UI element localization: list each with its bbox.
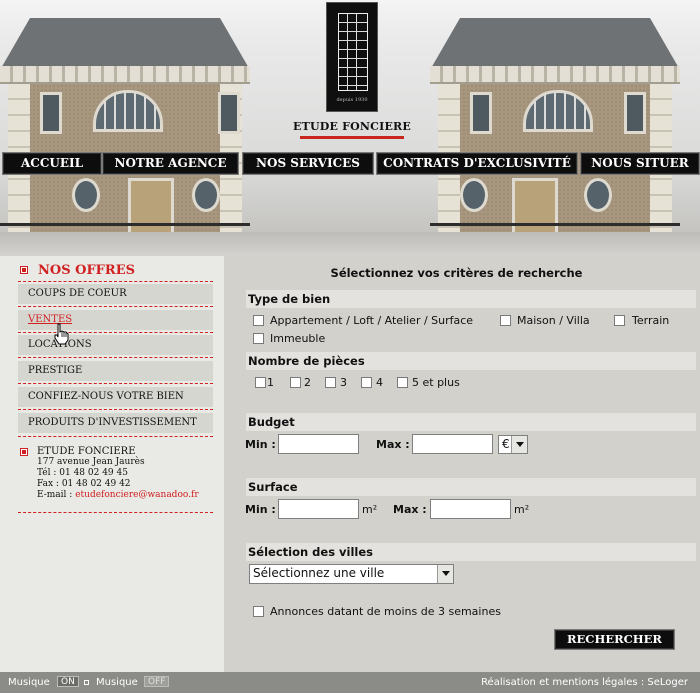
label-pieces-3: 3: [340, 376, 347, 389]
budget-max-label: Max :: [376, 438, 410, 451]
sidebar-item-prestige[interactable]: PRESTIGE: [18, 361, 213, 381]
sidebar-item-produits-investissement[interactable]: PRODUITS D'INVESTISSEMENT: [18, 413, 213, 433]
surface-max-label: Max :: [393, 503, 427, 516]
checkbox-recent-annonces[interactable]: [253, 606, 264, 617]
section-type-de-bien: Type de bien: [246, 290, 696, 308]
bullet-icon: [20, 448, 28, 456]
label-terrain: Terrain: [632, 314, 670, 327]
nav-contrats-exclusivite[interactable]: CONTRATS D'EXCLUSIVITÉ: [376, 152, 578, 175]
search-button[interactable]: RECHERCHER: [554, 629, 675, 650]
brand-underline: [300, 136, 404, 139]
sidebar-item-confiez-nous[interactable]: CONFIEZ-NOUS VOTRE BIEN: [18, 387, 213, 407]
surface-min-input[interactable]: [278, 499, 359, 519]
contact-tel: Tél : 01 48 02 49 45: [37, 468, 128, 478]
logo-tagline: depuis 1930: [336, 97, 368, 103]
chevron-down-icon: [511, 436, 527, 453]
checkbox-pieces-2[interactable]: [290, 377, 301, 388]
main-nav: ACCUEIL NOTRE AGENCE NOS SERVICES CONTRA…: [0, 152, 700, 175]
hand-cursor-icon: [54, 323, 69, 345]
label-appartement: Appartement / Loft / Atelier / Surface: [270, 314, 474, 327]
search-title: Sélectionnez vos critères de recherche: [330, 266, 583, 280]
budget-max-input[interactable]: [412, 434, 493, 454]
building-photo-left: [0, 18, 264, 256]
label-immeuble: Immeuble: [270, 332, 326, 345]
bullet-icon: [20, 266, 28, 274]
label-recent-annonces: Annonces datant de moins de 3 semaines: [270, 605, 501, 618]
divider: [18, 383, 213, 384]
checkbox-pieces-3[interactable]: [325, 377, 336, 388]
sidebar-title: NOS OFFRES: [38, 263, 136, 278]
nav-nos-services[interactable]: NOS SERVICES: [242, 152, 374, 175]
contact-block: ETUDE FONCIERE 177 avenue Jean Jaurès Té…: [37, 446, 199, 501]
divider: [18, 332, 213, 333]
section-nombre-de-pieces: Nombre de pièces: [246, 352, 696, 370]
surface-max-unit: m²: [514, 503, 530, 516]
music-off-toggle[interactable]: OFF: [144, 676, 170, 687]
sidebar: NOS OFFRES COUPS DE COEUR VENTES LOCATIO…: [0, 256, 224, 672]
currency-select[interactable]: €: [498, 435, 528, 454]
header-banner: depuis 1930 ETUDE FONCIERE ACCUEIL NOTRE…: [0, 0, 700, 256]
divider: [18, 409, 213, 410]
contact-email-label: E-mail :: [37, 490, 76, 500]
credits-link[interactable]: Réalisation et mentions légales : SeLoge…: [481, 677, 688, 688]
divider: [18, 357, 213, 358]
label-pieces-2: 2: [304, 376, 311, 389]
label-maison: Maison / Villa: [517, 314, 590, 327]
ville-select-value: Sélectionnez une ville: [253, 566, 385, 580]
music-on-label: Musique: [8, 677, 50, 688]
contact-fax: Fax : 01 48 02 49 42: [37, 479, 131, 489]
contact-address: 177 avenue Jean Jaurès: [37, 457, 145, 467]
music-on-toggle[interactable]: ON: [57, 676, 79, 687]
checkbox-pieces-1[interactable]: [255, 377, 266, 388]
divider: [18, 306, 213, 307]
currency-value: €: [502, 437, 510, 451]
label-pieces-4: 4: [376, 376, 383, 389]
sidebar-item-locations[interactable]: LOCATIONS: [18, 335, 213, 355]
checkbox-terrain[interactable]: [614, 315, 625, 326]
logo[interactable]: depuis 1930: [326, 2, 378, 112]
building-photo-right: [430, 18, 680, 256]
surface-min-unit: m²: [362, 503, 378, 516]
nav-nous-situer[interactable]: NOUS SITUER: [580, 152, 700, 175]
checkbox-maison[interactable]: [500, 315, 511, 326]
search-panel: Sélectionnez vos critères de recherche T…: [224, 256, 700, 672]
sidebar-item-ventes[interactable]: VENTES: [18, 310, 213, 330]
sidebar-item-coups-de-coeur[interactable]: COUPS DE COEUR: [18, 284, 213, 304]
contact-name: ETUDE FONCIERE: [37, 446, 136, 457]
music-off-label: Musique: [96, 677, 138, 688]
footer: Musique ON Musique OFF Réalisation et me…: [0, 672, 700, 693]
surface-min-label: Min :: [245, 503, 276, 516]
budget-min-input[interactable]: [278, 434, 359, 454]
section-surface: Surface: [246, 478, 696, 496]
checkbox-immeuble[interactable]: [253, 333, 264, 344]
budget-min-label: Min :: [245, 438, 276, 451]
ville-select[interactable]: Sélectionnez une ville: [249, 564, 454, 584]
section-villes: Sélection des villes: [246, 543, 696, 561]
checkbox-appartement[interactable]: [253, 315, 264, 326]
section-budget: Budget: [246, 413, 696, 431]
surface-max-input[interactable]: [430, 499, 511, 519]
divider: [18, 281, 213, 282]
separator-icon: [84, 680, 89, 685]
brand-name: ETUDE FONCIERE: [293, 120, 411, 133]
checkbox-pieces-4[interactable]: [361, 377, 372, 388]
building-logo-icon: [338, 13, 368, 91]
divider: [18, 436, 213, 437]
nav-notre-agence[interactable]: NOTRE AGENCE: [102, 152, 239, 175]
checkbox-pieces-5-plus[interactable]: [397, 377, 408, 388]
label-pieces-1: 1: [267, 376, 274, 389]
label-pieces-5-plus: 5 et plus: [412, 376, 460, 389]
chevron-down-icon: [437, 565, 453, 583]
nav-accueil[interactable]: ACCUEIL: [2, 152, 102, 175]
divider: [18, 512, 213, 513]
contact-email-link[interactable]: etudefonciere@wanadoo.fr: [75, 490, 198, 500]
